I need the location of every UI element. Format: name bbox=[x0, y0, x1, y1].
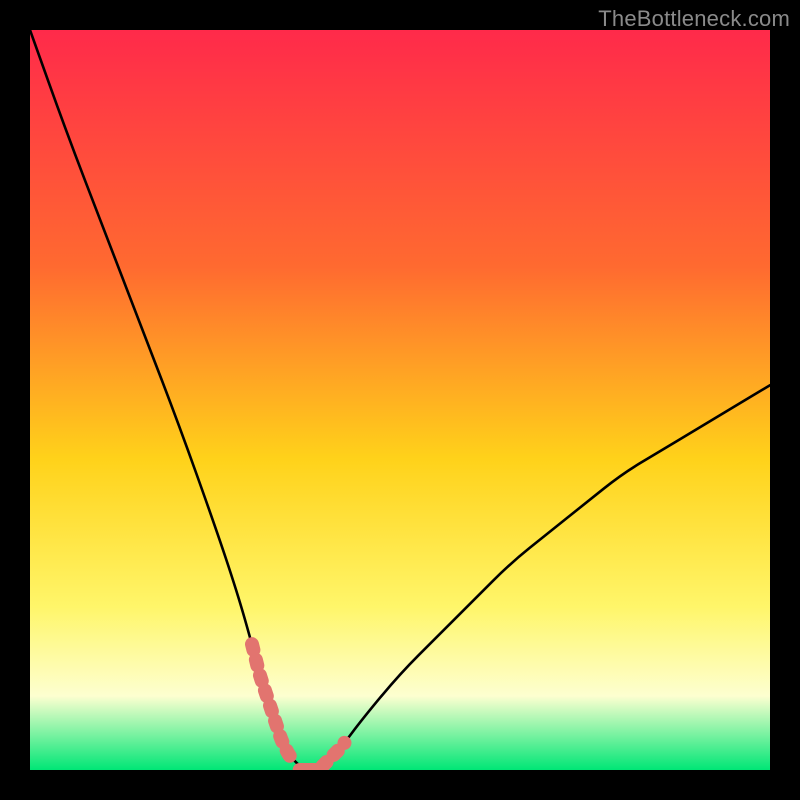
plot-area bbox=[30, 30, 770, 770]
bottleneck-chart bbox=[30, 30, 770, 770]
gradient-background bbox=[30, 30, 770, 770]
watermark-text: TheBottleneck.com bbox=[598, 6, 790, 32]
chart-frame: TheBottleneck.com bbox=[0, 0, 800, 800]
curve-floor-bar bbox=[293, 763, 323, 770]
